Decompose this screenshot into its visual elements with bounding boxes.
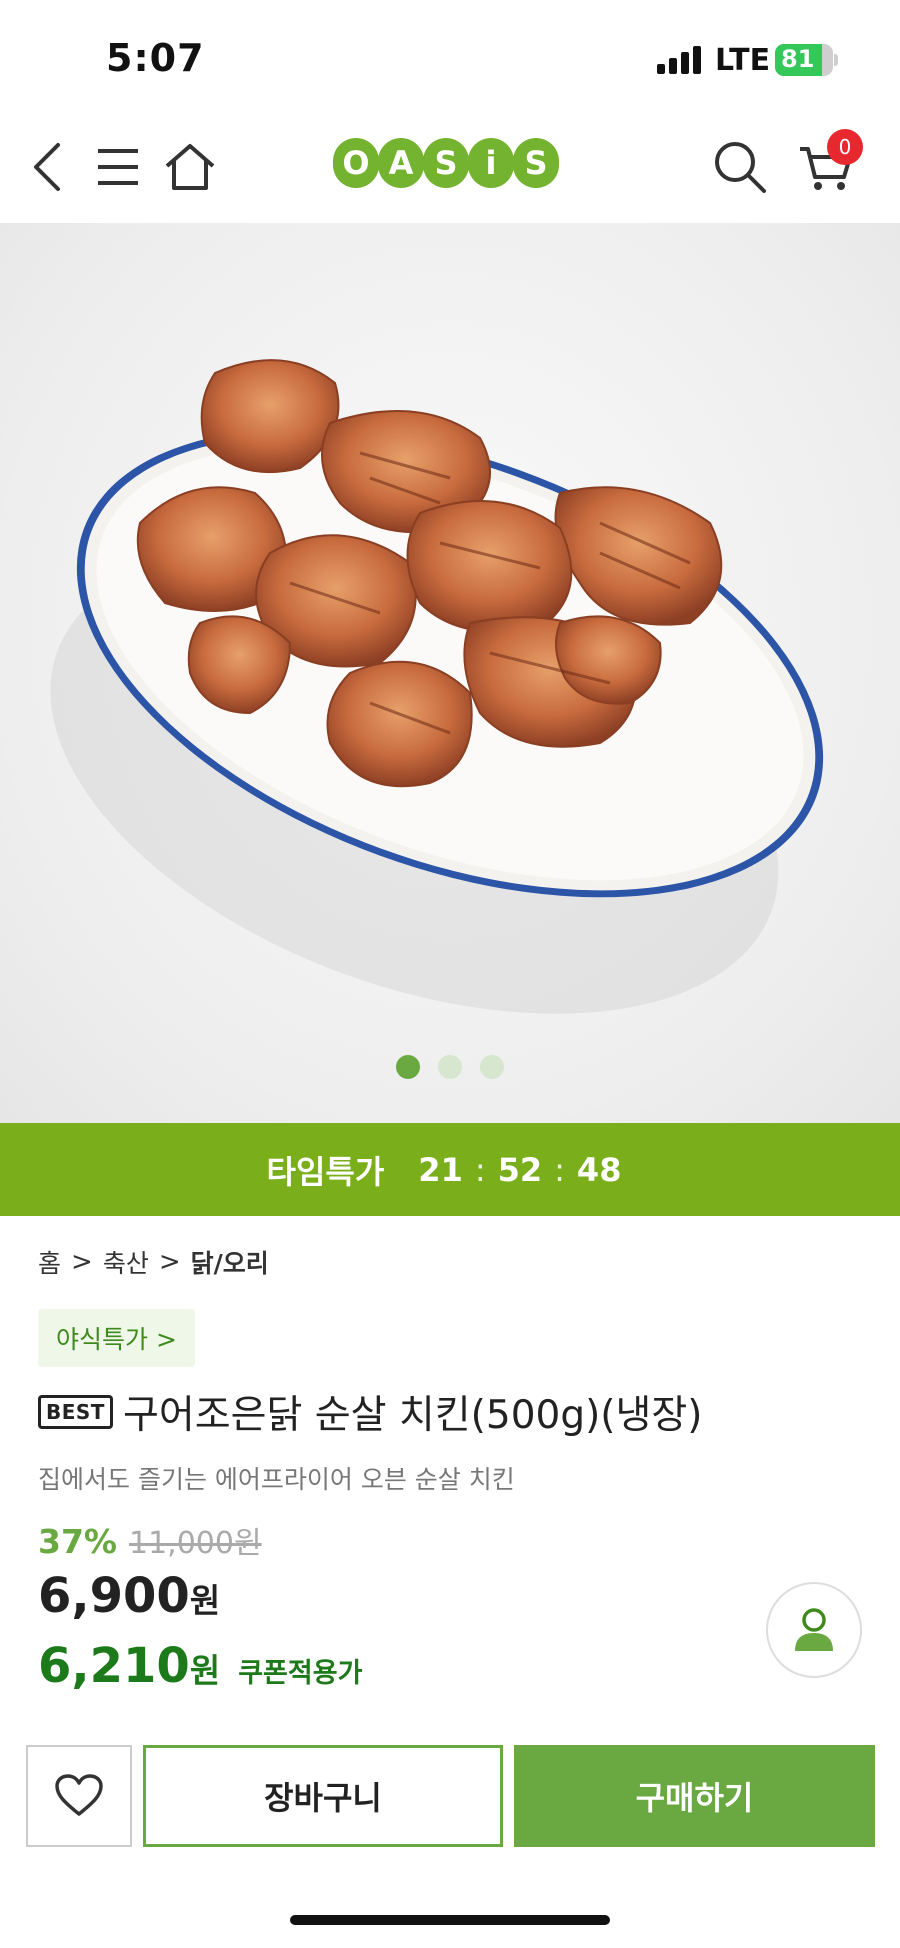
product-name: 구어조은닭 순살 치킨(500g)(냉장) [122,1393,703,1438]
original-price: 11,000원 [129,1526,262,1561]
status-bar: 5:07 LTE 81 [0,0,900,115]
timer-hours: 21 [418,1150,463,1189]
home-button[interactable] [160,137,220,197]
product-title-row: BEST 구어조은닭 순살 치킨(500g)(냉장) [38,1384,702,1440]
search-button[interactable] [710,137,770,197]
breadcrumb-separator: > [158,1247,181,1277]
breadcrumb-home[interactable]: 홈 [38,1244,61,1280]
battery-cap [834,54,838,66]
event-tag-link[interactable]: 야식특가 > [38,1309,195,1367]
back-button[interactable] [18,137,78,197]
product-subtitle: 집에서도 즐기는 에어프라이어 오븐 순살 치킨 [38,1465,515,1494]
breadcrumb-separator: > [71,1247,93,1277]
discount-row: 37% 11,000원 [38,1518,262,1562]
home-indicator [290,1915,610,1925]
breadcrumb-subcategory[interactable]: 닭/오리 [191,1244,269,1280]
breadcrumb: 홈 > 축산 > 닭/오리 [38,1244,269,1280]
timer-separator: : [474,1150,486,1189]
timer-separator: : [554,1150,565,1189]
profile-button[interactable] [766,1582,862,1678]
time-sale-label: 타임특가 [266,1152,385,1191]
chevron-left-icon [34,143,60,191]
pagination-dot[interactable] [438,1055,462,1079]
menu-button[interactable] [88,137,148,197]
battery-icon: 81 [775,44,833,76]
coupon-price-value: 6,210 [38,1638,190,1694]
timer-minutes: 52 [497,1150,543,1189]
coupon-price: 6,210원 [38,1638,220,1694]
logo-letter: S [423,138,469,188]
logo-letter: S [513,138,559,188]
sale-price-value: 6,900 [38,1568,190,1624]
status-time: 5:07 [106,36,205,80]
network-label: LTE [715,43,771,78]
product-image[interactable] [0,223,900,1123]
currency-label: 원 [189,1651,221,1690]
pagination-dot[interactable] [480,1055,504,1079]
discount-rate: 37% [38,1522,117,1561]
breadcrumb-category[interactable]: 축산 [103,1244,149,1280]
hamburger-icon [98,149,138,185]
coupon-label: 쿠폰적용가 [238,1658,363,1689]
image-pagination [0,1055,900,1079]
timer-seconds: 48 [576,1150,622,1189]
heart-icon [55,1774,103,1816]
person-icon [795,1608,833,1651]
coupon-price-row: 6,210원 쿠폰적용가 [38,1638,362,1694]
app-header: O A S i S 0 [0,115,900,223]
logo-letter: A [378,138,424,188]
currency-label: 원 [189,1581,221,1620]
logo-letter: i [468,138,514,188]
cart-count-badge: 0 [827,129,863,165]
buy-now-button[interactable]: 구매하기 [514,1745,875,1847]
search-icon [715,142,766,193]
chicken-plate-illustration [50,359,824,1014]
wishlist-button[interactable] [26,1745,132,1847]
best-badge: BEST [38,1395,113,1429]
oasis-logo[interactable]: O A S i S [333,138,559,194]
home-icon [165,144,215,190]
time-sale-bar: 타임특가 21 : 52 : 48 [0,1123,900,1216]
pagination-dot-active[interactable] [396,1055,420,1079]
battery-percent: 81 [781,45,815,73]
signal-icon [657,46,705,74]
logo-letter: O [333,138,379,188]
add-to-cart-button[interactable]: 장바구니 [143,1745,503,1847]
sale-price: 6,900원 [38,1568,220,1624]
